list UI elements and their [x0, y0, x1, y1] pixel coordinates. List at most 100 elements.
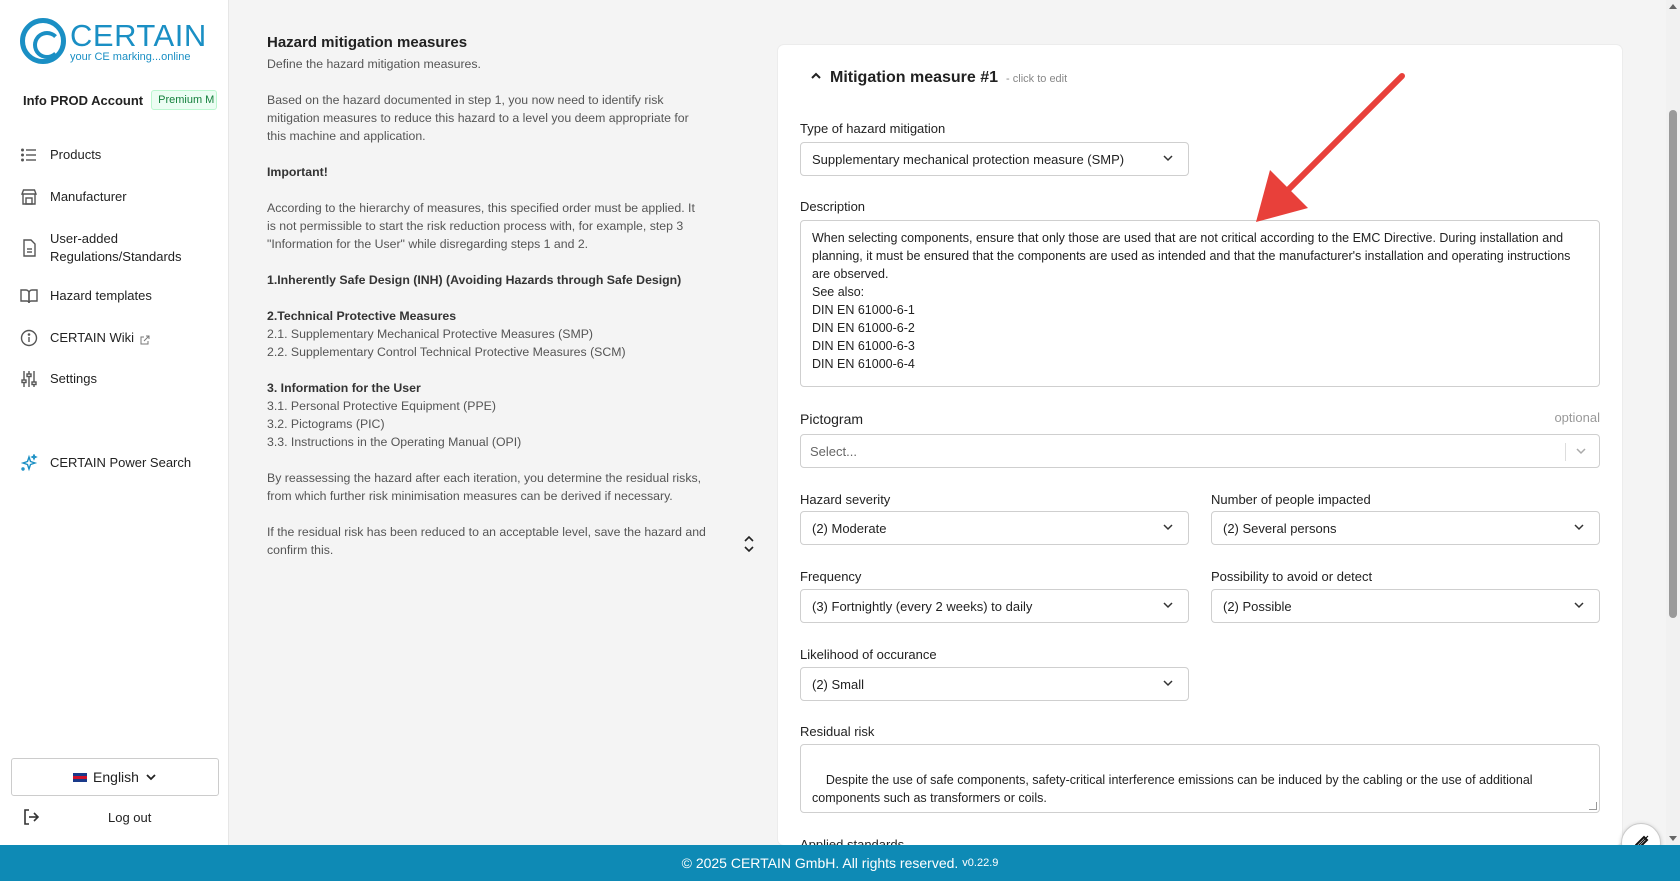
uk-flag-icon [73, 772, 88, 782]
frequency-select[interactable]: (3) Fortnightly (every 2 weeks) to daily [800, 589, 1189, 623]
list-icon [20, 146, 38, 164]
pictogram-select[interactable]: Select... [800, 434, 1600, 468]
chevron-down-icon [1574, 524, 1584, 531]
footer-copyright: © 2025 CERTAIN GmbH. All rights reserved… [681, 855, 959, 871]
store-icon [20, 188, 38, 206]
sidebar-item-label: User-added Regulations/Standards [50, 231, 182, 264]
sidebar-item-label: Manufacturer [50, 189, 127, 204]
chevron-down-icon [1163, 680, 1173, 687]
residual-risk-label: Residual risk [800, 724, 875, 739]
sidebar-item-wiki[interactable]: CERTAIN Wiki [0, 329, 170, 350]
chevron-down-icon [146, 774, 156, 781]
page-title: Hazard mitigation measures [267, 34, 468, 51]
scroll-up-arrow[interactable] [1669, 4, 1677, 9]
info-step2-1: 2.1. Supplementary Mechanical Protective… [267, 327, 594, 341]
info-step3: 3. Information for the User [267, 381, 421, 395]
logout-label: Log out [108, 809, 152, 825]
info-icon [20, 329, 38, 347]
info-hierarchy: According to the hierarchy of measures, … [267, 201, 695, 251]
resize-handle[interactable] [1589, 802, 1597, 810]
likelihood-label: Likelihood of occurance [800, 647, 937, 662]
logout-icon [24, 809, 40, 825]
info-step2-2: 2.2. Supplementary Control Technical Pro… [267, 345, 626, 359]
language-label: English [93, 769, 139, 785]
mitigation-measure-title: Mitigation measure #1 [830, 69, 999, 86]
people-value: (2) Several persons [1223, 520, 1337, 536]
page-scrollbar[interactable] [1666, 0, 1680, 845]
sliders-icon [20, 370, 38, 388]
chevron-down-icon [1576, 448, 1586, 455]
chevron-down-icon [1163, 155, 1173, 162]
severity-value: (2) Moderate [812, 520, 887, 536]
book-icon [20, 287, 38, 305]
residual-risk-value: Despite the use of safe components, safe… [812, 773, 1537, 805]
type-value: Supplementary mechanical protection meas… [812, 151, 1125, 167]
chevron-down-icon [1574, 602, 1584, 609]
scroll-thumb[interactable] [1669, 110, 1677, 618]
info-step3-3: 3.3. Instructions in the Operating Manua… [267, 435, 522, 449]
mitigation-measure-header[interactable]: Mitigation measure #1 - click to edit [810, 69, 1067, 87]
chevron-up-icon [811, 72, 821, 79]
expand-collapse-icon[interactable] [743, 535, 755, 553]
severity-label: Hazard severity [800, 492, 891, 507]
logo-icon [20, 18, 66, 64]
sidebar-item-regulations[interactable]: User-added Regulations/Standards [0, 230, 229, 266]
info-step3-1: 3.1. Personal Protective Equipment (PPE) [267, 399, 496, 413]
sidebar: CERTAIN your CE marking...online Info PR… [0, 0, 229, 845]
frequency-value: (3) Fortnightly (every 2 weeks) to daily [812, 598, 1033, 614]
account-info: Info PROD Account Premium M [23, 90, 218, 110]
pictogram-label: Pictogram [800, 411, 864, 427]
mitigation-measure-card: Mitigation measure #1 - click to edit Ty… [778, 45, 1622, 845]
avoid-select[interactable]: (2) Possible [1211, 589, 1600, 623]
severity-select[interactable]: (2) Moderate [800, 511, 1189, 545]
likelihood-value: (2) Small [812, 676, 865, 692]
frequency-label: Frequency [800, 569, 862, 584]
sparkle-icon [20, 454, 38, 472]
sidebar-item-hazard-templates[interactable]: Hazard templates [0, 287, 172, 305]
sidebar-item-label: Settings [50, 371, 97, 386]
mitigation-measure-hint: - click to edit [1006, 73, 1068, 85]
sidebar-item-manufacturer[interactable]: Manufacturer [0, 188, 147, 206]
info-save: If the residual risk has been reduced to… [267, 525, 706, 557]
applied-standards-label: Applied standards [800, 837, 905, 845]
chevron-down-icon [1163, 602, 1173, 609]
info-panel: Hazard mitigation measures Define the ha… [267, 33, 707, 577]
people-label: Number of people impacted [1211, 492, 1371, 507]
sidebar-item-label: Products [50, 147, 102, 162]
sidebar-item-power-search[interactable]: CERTAIN Power Search [0, 454, 211, 472]
info-intro: Based on the hazard documented in step 1… [267, 93, 689, 143]
select-separator [1565, 443, 1566, 461]
external-link-icon [140, 332, 150, 350]
info-step2: 2.Technical Protective Measures [267, 309, 457, 323]
logout-button[interactable]: Log out [22, 808, 222, 826]
sidebar-item-settings[interactable]: Settings [0, 370, 117, 388]
info-step1: 1.Inherently Safe Design (INH) (Avoiding… [267, 273, 682, 287]
certain-logo[interactable]: CERTAIN your CE marking...online [20, 16, 207, 66]
description-textarea[interactable]: When selecting components, ensure that o… [800, 220, 1600, 387]
avoid-label: Possibility to avoid or detect [1211, 569, 1373, 584]
plan-badge: Premium M [151, 90, 218, 110]
footer: © 2025 CERTAIN GmbH. All rights reserved… [0, 845, 1680, 881]
sidebar-item-label: CERTAIN Power Search [50, 455, 192, 470]
document-icon [20, 239, 38, 257]
sidebar-item-label: Hazard templates [50, 288, 152, 303]
pictogram-placeholder: Select... [810, 443, 857, 459]
likelihood-select[interactable]: (2) Small [800, 667, 1189, 701]
people-select[interactable]: (2) Several persons [1211, 511, 1600, 545]
scroll-down-arrow[interactable] [1669, 836, 1677, 841]
footer-version: v0.22.9 [962, 857, 999, 869]
avoid-value: (2) Possible [1223, 598, 1292, 614]
type-select[interactable]: Supplementary mechanical protection meas… [800, 142, 1189, 176]
info-step3-2: 3.2. Pictograms (PIC) [267, 417, 385, 431]
sidebar-item-products[interactable]: Products [0, 146, 121, 164]
page-subtitle: Define the hazard mitigation measures. [267, 57, 481, 71]
logo-name: CERTAIN [70, 17, 207, 53]
pictogram-optional: optional [1554, 410, 1600, 425]
chevron-down-icon [1163, 524, 1173, 531]
logo-tagline: your CE marking...online [70, 50, 191, 63]
language-selector[interactable]: English [11, 758, 219, 796]
info-important: Important! [267, 165, 328, 179]
description-label: Description [800, 199, 866, 214]
account-name: Info PROD Account [23, 92, 144, 108]
residual-risk-textarea[interactable]: Despite the use of safe components, safe… [800, 744, 1600, 813]
